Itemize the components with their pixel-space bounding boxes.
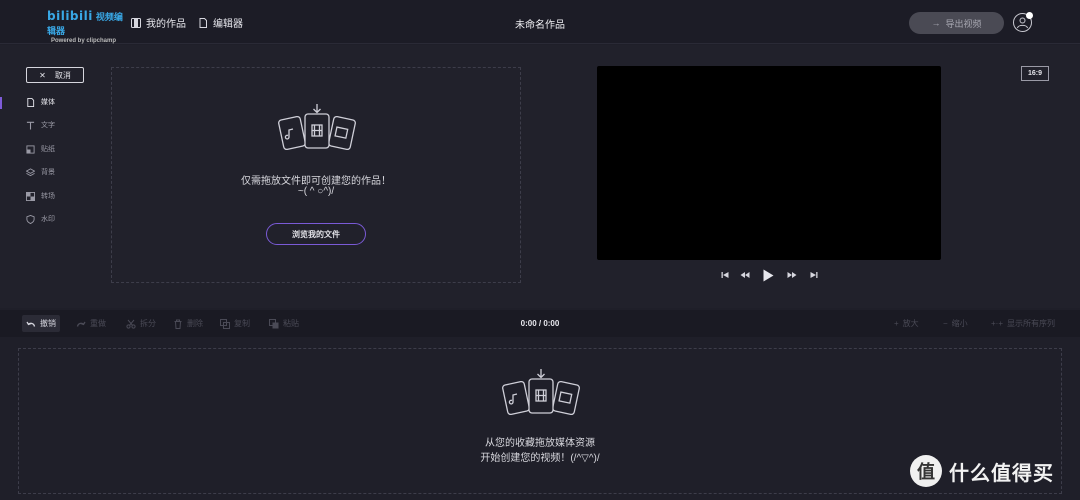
transition-icon [26,191,35,201]
sidebar-item-label: 转场 [41,193,55,200]
logo-text: bilibili 视频编辑器 [47,9,123,37]
nav-my-works[interactable]: 我的作品 [131,15,186,30]
minus-icon: − [943,319,948,328]
sticker-icon [26,144,35,154]
fast-forward-icon [787,272,797,278]
fast-forward-button[interactable] [786,269,798,281]
sidebar-item-label: 背景 [41,169,55,176]
skip-back-icon [721,272,729,278]
media-files-icon [502,369,580,416]
editor-main: ✕ 取消 媒体 文字 贴纸 背景 转场 水印 仅需拖放文件即可创建您的作品！ ~… [0,45,1080,308]
sidebar-item-sticker[interactable]: 贴纸 [26,144,55,154]
cancel-label: 取消 [54,70,71,80]
redo-button[interactable]: 重做 [72,315,110,332]
timeline-toolbar: 撤销 重做 拆分 删除 复制 粘贴 0:00 / 0:00 + 放大 − 缩小 … [0,310,1080,337]
notification-dot [1026,12,1033,19]
cancel-button[interactable]: ✕ 取消 [26,67,84,83]
shield-icon [26,214,35,224]
sidebar-item-watermark[interactable]: 水印 [26,214,55,224]
watermark-badge: 值 [910,455,942,487]
browse-files-button[interactable]: 浏览我的文件 [266,223,366,245]
sidebar-item-label: 媒体 [41,99,55,106]
sidebar-item-background[interactable]: 背景 [26,167,55,177]
split-label: 拆分 [140,319,156,328]
logo-subtitle: Powered by clipchamp [51,38,117,44]
redo-label: 重做 [90,319,106,328]
trash-icon [174,319,182,329]
skip-forward-button[interactable] [808,269,820,281]
show-all-sequences-button[interactable]: +·+ 显示所有序列 [987,315,1059,332]
upload-emoticon: ~( ^ ○^)/ [297,186,335,197]
scissors-icon [126,319,136,329]
expand-icon: +·+ [991,319,1004,328]
play-icon [763,269,774,281]
upload-dropzone[interactable]: 仅需拖放文件即可创建您的作品！ ~( ^ ○^)/ 浏览我的文件 [111,67,521,283]
nav-editor[interactable]: 编辑器 [198,15,243,30]
sidebar-item-label: 贴纸 [41,146,55,153]
zoom-in-button[interactable]: + 放大 [890,315,923,332]
paste-button[interactable]: 粘贴 [265,315,303,332]
bilibili-logo[interactable]: bilibili 视频编辑器 Powered by clipchamp [47,9,127,44]
duplicate-label: 复制 [234,319,250,328]
zoom-in-label: 放大 [902,319,919,328]
sidebar-item-text[interactable]: 文字 [26,120,55,130]
aspect-ratio-button[interactable]: 16:9 [1021,66,1049,81]
play-button[interactable] [761,268,775,282]
duplicate-button[interactable]: 复制 [216,315,254,332]
zoom-out-button[interactable]: − 缩小 [939,315,972,332]
film-icon [131,17,141,28]
nav-editor-label: 编辑器 [213,19,243,30]
skip-back-button[interactable] [719,269,731,281]
export-label: 导出视频 [945,18,982,29]
sidebar-item-media[interactable]: 媒体 [26,97,55,107]
upload-hint: 仅需拖放文件即可创建您的作品！ [241,176,391,187]
split-button[interactable]: 拆分 [122,315,160,332]
timeline-dropzone[interactable]: 从您的收藏拖放媒体资源 开始创建您的视频！(/^▽^)/ [18,348,1062,494]
rewind-button[interactable] [739,269,751,281]
redo-icon [76,321,86,327]
active-tab-marker [0,97,2,109]
rewind-icon [740,272,750,278]
paste-icon [269,318,279,328]
sidebar-item-label: 水印 [41,216,55,223]
undo-label: 撤销 [40,319,56,328]
delete-button[interactable]: 删除 [169,315,207,332]
export-video-button[interactable]: → 导出视频 [909,12,1004,34]
copy-icon [220,318,230,329]
undo-button[interactable]: 撤销 [22,315,60,332]
skip-forward-icon [810,272,818,278]
text-icon [26,121,35,130]
nav-my-works-label: 我的作品 [146,19,186,30]
zoom-out-label: 缩小 [951,319,968,328]
top-bar: bilibili 视频编辑器 Powered by clipchamp 我的作品 … [0,0,1080,44]
smzdm-watermark: 值 什么值得买 [910,455,1054,487]
arrow-right-icon: → [931,18,941,28]
timeline-hint: 从您的收藏拖放媒体资源 [485,438,595,449]
video-preview[interactable] [597,66,941,260]
sidebar-item-label: 文字 [41,122,55,129]
show-all-label: 显示所有序列 [1007,319,1056,328]
delete-label: 删除 [187,319,203,328]
media-files-icon [278,104,356,151]
plus-icon: + [894,319,899,328]
close-icon: ✕ [39,70,46,80]
file-icon [27,97,35,107]
sidebar-item-transition[interactable]: 转场 [26,191,55,201]
watermark-text: 什么值得买 [949,462,1054,485]
video-editor-app: bilibili 视频编辑器 Powered by clipchamp 我的作品 … [0,0,1080,500]
layers-icon [26,167,35,176]
timeline-hint-2: 开始创建您的视频！(/^▽^)/ [480,453,600,464]
paste-label: 粘贴 [283,319,299,328]
undo-icon [26,321,36,327]
file-icon [199,17,207,28]
